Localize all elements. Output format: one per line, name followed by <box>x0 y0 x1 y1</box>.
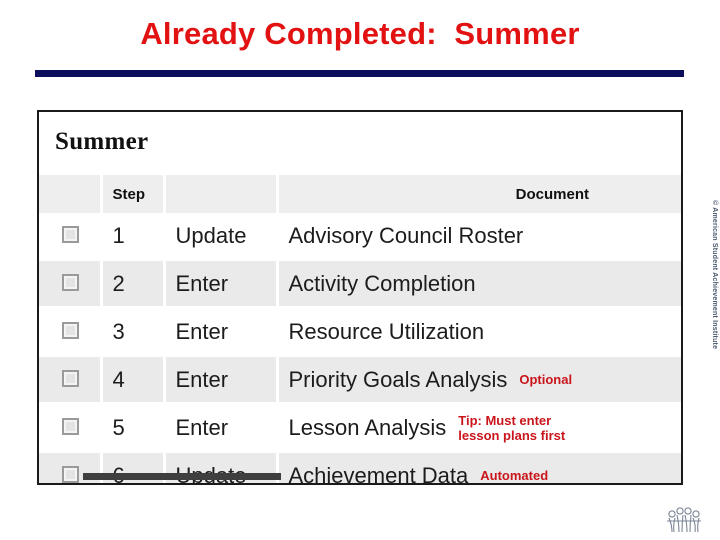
row-action: Enter <box>164 403 279 453</box>
checkbox-icon[interactable] <box>62 273 79 291</box>
row-step: 3 <box>101 307 166 357</box>
row-document-cell: Priority Goals Analysis Optional <box>277 355 681 405</box>
page-title: Already Completed: Summer <box>140 16 580 51</box>
row-step: 4 <box>101 355 166 405</box>
row-document: Priority Goals Analysis <box>288 366 508 392</box>
row-document: Achievement Data <box>288 462 469 485</box>
column-header-action <box>164 175 279 213</box>
row-annotation: Optional <box>519 372 573 387</box>
column-header-step: Step <box>101 175 166 213</box>
row-checkbox-cell[interactable] <box>39 355 103 405</box>
row-action: Enter <box>164 259 279 309</box>
row-step: 1 <box>101 213 166 261</box>
row-document: Advisory Council Roster <box>288 222 524 248</box>
horizontal-scrollbar[interactable] <box>83 473 281 480</box>
row-annotation: Automated <box>480 468 549 483</box>
checkbox-icon[interactable] <box>62 225 79 243</box>
row-action: Update <box>164 213 279 261</box>
row-action: Enter <box>164 355 279 405</box>
row-document: Activity Completion <box>288 270 476 296</box>
title-divider <box>35 70 684 77</box>
row-document: Lesson Analysis <box>288 414 447 440</box>
row-action: Enter <box>164 307 279 357</box>
row-document-cell: Achievement Data Automated <box>277 451 681 485</box>
column-header-document: Document <box>277 175 681 213</box>
row-checkbox-cell[interactable] <box>39 213 103 261</box>
panel-heading: Summer <box>55 128 149 155</box>
steps-table: Step Document 1 Update Advisory Council … <box>39 175 681 485</box>
checkbox-icon[interactable] <box>62 417 79 435</box>
table-row: 1 Update Advisory Council Roster <box>39 213 681 261</box>
row-checkbox-cell[interactable] <box>39 307 103 357</box>
row-document-cell: Advisory Council Roster <box>277 213 681 261</box>
table-row: 3 Enter Resource Utilization <box>39 307 681 357</box>
row-step: 5 <box>101 403 166 453</box>
checkbox-icon[interactable] <box>62 465 79 483</box>
row-document-cell: Activity Completion <box>277 259 681 309</box>
row-checkbox-cell[interactable] <box>39 259 103 309</box>
row-document-cell: Lesson Analysis Tip: Must enter lesson p… <box>277 403 681 453</box>
row-annotation: Tip: Must enter lesson plans first <box>458 412 566 443</box>
column-header-checkbox <box>39 175 103 213</box>
row-document-cell: Resource Utilization <box>277 307 681 357</box>
copyright-notice: © American Student Achievement Institute <box>711 200 718 350</box>
table-header-row: Step Document <box>39 175 681 213</box>
checkbox-icon[interactable] <box>62 369 79 387</box>
row-checkbox-cell[interactable] <box>39 403 103 453</box>
institute-logo <box>667 507 701 533</box>
table-row: 5 Enter Lesson Analysis Tip: Must enter … <box>39 403 681 453</box>
row-document: Resource Utilization <box>288 318 485 344</box>
row-step: 2 <box>101 259 166 309</box>
steps-panel: Summer Step Document 1 Update Advisory C… <box>37 110 683 485</box>
table-row: 2 Enter Activity Completion <box>39 259 681 309</box>
checkbox-icon[interactable] <box>62 321 79 339</box>
table-row: 4 Enter Priority Goals Analysis Optional <box>39 355 681 405</box>
